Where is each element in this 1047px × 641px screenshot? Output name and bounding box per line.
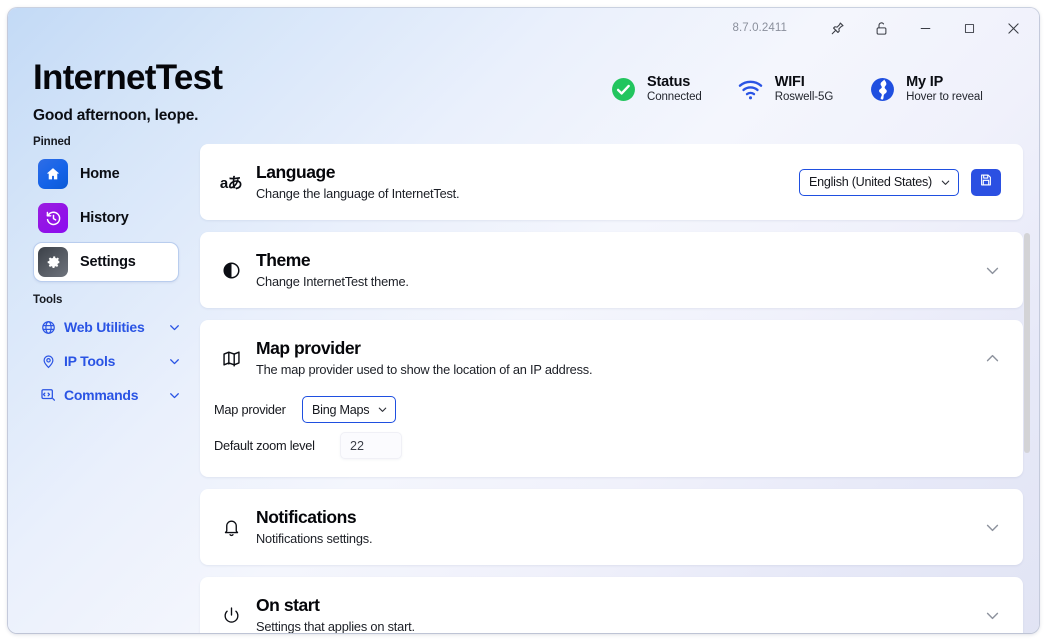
- scrollbar-thumb[interactable]: [1024, 233, 1030, 453]
- status-indicator-my-ip[interactable]: My IP Hover to reveal: [867, 74, 983, 105]
- minimize-button[interactable]: [903, 12, 947, 44]
- sidebar-item-commands[interactable]: Commands: [33, 378, 181, 412]
- maximize-icon: [962, 21, 977, 36]
- theme-icon: [218, 257, 244, 283]
- unlock-icon: [874, 21, 889, 36]
- app-window: 8.7.0.2411 InternetTest Good afternoon, …: [8, 8, 1039, 633]
- card-title: Notifications: [256, 507, 357, 528]
- card-title: Theme: [256, 250, 311, 271]
- map-provider-select[interactable]: Bing Maps: [302, 396, 397, 423]
- sidebar-item-home-label: Home: [80, 166, 120, 182]
- language-icon: aあ: [219, 174, 243, 192]
- gear-icon: [38, 247, 68, 277]
- chevron-down-icon: [377, 404, 388, 415]
- greeting-text: Good afternoon, leope.: [33, 107, 199, 124]
- sidebar-item-home[interactable]: Home: [33, 154, 179, 194]
- wifi-icon: [736, 74, 766, 104]
- card-subtitle: The map provider used to show the locati…: [256, 361, 593, 377]
- settings-card-on-start[interactable]: On start Settings that applies on start.: [200, 577, 1023, 633]
- settings-list: aあ Language Change the language of Inter…: [192, 144, 1039, 633]
- content-scrollbar[interactable]: [1022, 144, 1032, 633]
- sidebar-item-web-utilities[interactable]: Web Utilities: [33, 310, 181, 344]
- lock-window-button[interactable]: [859, 12, 903, 44]
- my-ip-hint: Hover to reveal: [906, 91, 983, 104]
- card-title: Map provider: [256, 338, 361, 359]
- wifi-title: WIFI: [774, 74, 805, 90]
- default-zoom-label: Default zoom level: [214, 438, 315, 453]
- sidebar-item-web-utilities-label: Web Utilities: [64, 319, 145, 335]
- sidebar-item-ip-tools-label: IP Tools: [64, 353, 116, 369]
- location-icon: [40, 353, 56, 369]
- check-circle-icon: [608, 74, 638, 104]
- close-icon: [1005, 20, 1022, 37]
- status-indicator-connection[interactable]: Status Connected: [608, 74, 702, 105]
- chevron-down-icon[interactable]: [984, 607, 1001, 624]
- card-title: Language: [256, 162, 336, 183]
- pin-window-button[interactable]: [815, 12, 859, 44]
- card-title: On start: [256, 595, 320, 616]
- card-subtitle: Change InternetTest theme.: [256, 273, 409, 289]
- sidebar-item-history[interactable]: History: [33, 198, 179, 238]
- map-icon: [218, 345, 244, 371]
- chevron-down-icon: [168, 321, 181, 334]
- settings-card-theme[interactable]: Theme Change InternetTest theme.: [200, 232, 1023, 308]
- map-provider-label: Map provider: [214, 402, 286, 417]
- minimize-icon: [918, 21, 933, 36]
- sidebar-item-settings[interactable]: Settings: [33, 242, 179, 282]
- page-title: InternetTest: [33, 58, 223, 97]
- wifi-ssid: Roswell-5G: [774, 91, 834, 104]
- history-icon: [38, 203, 68, 233]
- pin-icon: [830, 21, 845, 36]
- sidebar-item-commands-label: Commands: [64, 387, 139, 403]
- home-icon: [38, 159, 68, 189]
- map-provider-select-value: Bing Maps: [312, 402, 370, 417]
- sidebar-item-settings-label: Settings: [80, 254, 136, 270]
- language-select[interactable]: English (United States): [798, 168, 959, 196]
- settings-card-language[interactable]: aあ Language Change the language of Inter…: [200, 144, 1023, 220]
- my-ip-icon: [867, 74, 897, 104]
- chevron-down-icon[interactable]: [984, 262, 1001, 279]
- chevron-down-icon: [168, 355, 181, 368]
- chevron-down-icon: [940, 177, 951, 188]
- my-ip-title: My IP: [906, 74, 944, 90]
- maximize-button[interactable]: [947, 12, 991, 44]
- close-button[interactable]: [991, 12, 1035, 44]
- default-zoom-field: Default zoom level 22: [214, 432, 1001, 459]
- sidebar-group-pinned-label: Pinned: [33, 136, 71, 148]
- status-strip: Status Connected WIFI Roswell-5G My IP H…: [608, 74, 983, 105]
- card-subtitle: Settings that applies on start.: [256, 618, 415, 633]
- sidebar-item-ip-tools[interactable]: IP Tools: [33, 344, 181, 378]
- map-provider-settings: Map provider Bing Maps Default zoom leve…: [200, 396, 1023, 477]
- settings-card-map-provider[interactable]: Map provider The map provider used to sh…: [200, 320, 1023, 477]
- bell-icon: [218, 514, 244, 540]
- map-provider-field: Map provider Bing Maps: [214, 396, 1001, 423]
- chevron-down-icon[interactable]: [984, 519, 1001, 536]
- default-zoom-input[interactable]: 22: [340, 432, 402, 459]
- save-icon: [979, 173, 993, 192]
- status-value: Connected: [647, 91, 702, 104]
- power-icon: [218, 602, 244, 628]
- version-label: 8.7.0.2411: [732, 22, 787, 34]
- status-indicator-wifi[interactable]: WIFI Roswell-5G: [736, 74, 833, 105]
- chevron-down-icon: [168, 389, 181, 402]
- settings-card-notifications[interactable]: Notifications Notifications settings.: [200, 489, 1023, 565]
- sidebar: Pinned Home History Settings Tools Web U…: [8, 136, 191, 412]
- sidebar-group-tools-label: Tools: [33, 294, 63, 306]
- card-subtitle: Notifications settings.: [256, 530, 373, 546]
- sidebar-item-history-label: History: [80, 210, 129, 226]
- title-bar: 8.7.0.2411: [8, 8, 1039, 48]
- language-select-value: English (United States): [808, 175, 932, 189]
- commands-icon: [40, 387, 56, 403]
- status-title: Status: [647, 74, 691, 90]
- card-subtitle: Change the language of InternetTest.: [256, 185, 460, 201]
- save-language-button[interactable]: [971, 168, 1001, 196]
- chevron-up-icon[interactable]: [984, 350, 1001, 367]
- globe-icon: [40, 319, 56, 335]
